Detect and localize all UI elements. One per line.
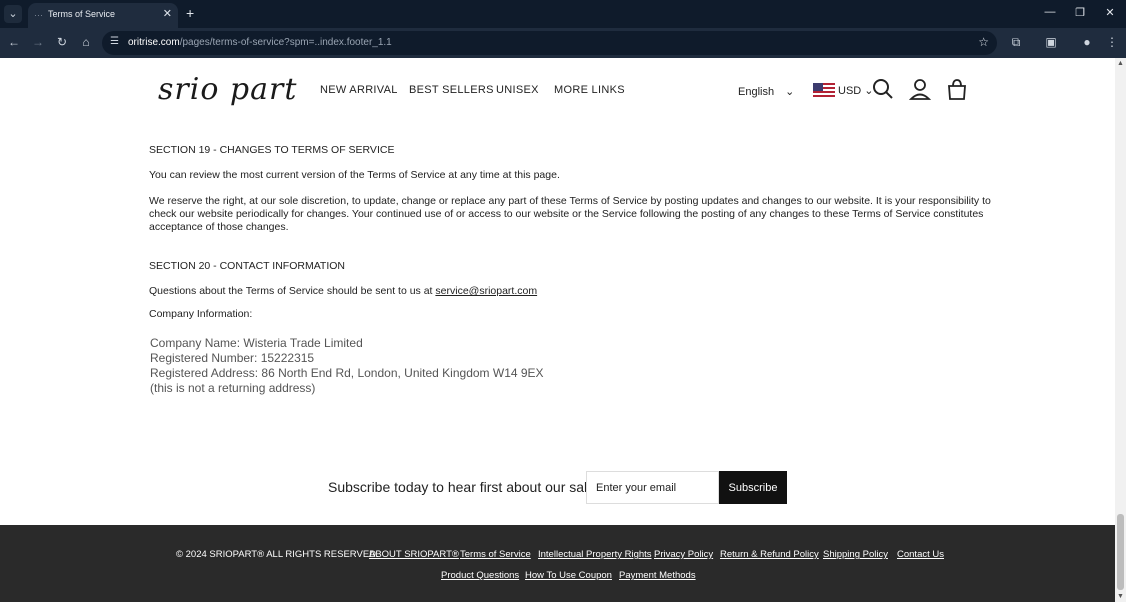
restore-icon[interactable]: ❐ xyxy=(1072,6,1088,19)
footer-link-refund[interactable]: Return & Refund Policy xyxy=(720,549,819,560)
bookmark-star-icon[interactable]: ☆ xyxy=(978,35,989,49)
company-details: Company Name: Wisteria Trade Limited Reg… xyxy=(150,336,544,396)
subscribe-text: Subscribe today to hear first about our … xyxy=(328,479,602,495)
minimize-icon[interactable]: — xyxy=(1042,6,1058,18)
browser-tab[interactable]: ··· Terms of Service ✕ xyxy=(28,3,178,28)
forward-icon[interactable]: → xyxy=(30,35,46,49)
currency-label: USD xyxy=(838,85,862,97)
section-19-paragraph-2-line-2: check our website periodically for chang… xyxy=(149,208,984,220)
scroll-up-icon[interactable]: ▲ xyxy=(1117,60,1124,67)
scrollbar-thumb[interactable] xyxy=(1117,514,1124,590)
section-19-paragraph-2-line-3: acceptance of those changes. xyxy=(149,221,289,233)
language-selector[interactable]: English ⌄ xyxy=(738,85,794,98)
section-19-paragraph-2-line-1: We reserve the right, at our sole discre… xyxy=(149,195,991,207)
address-note: (this is not a returning address) xyxy=(150,381,316,395)
footer-link-ip-rights[interactable]: Intellectual Property Rights xyxy=(538,549,652,560)
section-20-title: SECTION 20 - CONTACT INFORMATION xyxy=(149,260,346,272)
url-host: oritrise.com xyxy=(128,37,180,48)
site-logo[interactable]: srio part xyxy=(158,72,297,107)
registered-address: Registered Address: 86 North End Rd, Lon… xyxy=(150,366,544,380)
email-link[interactable]: service@sriopart.com xyxy=(435,285,537,297)
footer-link-contact[interactable]: Contact Us xyxy=(897,549,944,560)
copyright: © 2024 SRIOPART® ALL RIGHTS RESERVED. xyxy=(176,549,379,560)
profile-icon[interactable]: ● xyxy=(1079,35,1095,49)
footer: © 2024 SRIOPART® ALL RIGHTS RESERVED. AB… xyxy=(0,525,1115,602)
registered-number: Registered Number: 15222315 xyxy=(150,351,315,365)
tab-search-icon[interactable]: ⌄ xyxy=(4,5,22,23)
nav-best-sellers[interactable]: BEST SELLERS xyxy=(409,84,494,96)
extensions-icon[interactable]: ⧉ xyxy=(1008,35,1024,50)
footer-link-terms[interactable]: Terms of Service xyxy=(460,549,531,560)
screenshot-icon[interactable]: ▣ xyxy=(1043,35,1059,49)
home-icon[interactable]: ⌂ xyxy=(78,35,94,49)
chevron-down-icon: ⌄ xyxy=(785,86,795,98)
reload-icon[interactable]: ↻ xyxy=(54,35,70,49)
tab-close-icon[interactable]: ✕ xyxy=(163,7,172,20)
browser-toolbar: ← → ↻ ⌂ ☰ oritrise.com/pages/terms-of-se… xyxy=(0,28,1126,58)
address-bar[interactable]: ☰ oritrise.com/pages/terms-of-service?sp… xyxy=(102,31,997,55)
page-scrollbar[interactable]: ▲ ▼ xyxy=(1115,58,1126,602)
currency-selector[interactable]: USD ⌄ xyxy=(838,84,874,97)
web-page: srio part NEW ARRIVAL BEST SELLERS UNISE… xyxy=(0,58,1115,602)
footer-link-about[interactable]: ABOUT SRIOPART® xyxy=(369,549,459,560)
new-tab-icon[interactable]: + xyxy=(186,5,194,21)
subscribe-button[interactable]: Subscribe xyxy=(719,471,787,504)
company-info-label: Company Information: xyxy=(149,308,253,320)
nav-unisex[interactable]: UNISEX xyxy=(496,84,539,96)
company-name: Company Name: Wisteria Trade Limited xyxy=(150,336,363,350)
language-label: English xyxy=(738,86,775,98)
nav-new-arrival[interactable]: NEW ARRIVAL xyxy=(320,84,398,96)
tab-favicon-icon: ··· xyxy=(34,10,43,20)
contact-text: Questions about the Terms of Service sho… xyxy=(149,285,433,297)
footer-link-shipping[interactable]: Shipping Policy xyxy=(823,549,888,560)
browser-tab-bar: ⌄ ··· Terms of Service ✕ + — ❐ ✕ xyxy=(0,0,1126,28)
section-19-paragraph-1: You can review the most current version … xyxy=(149,169,560,181)
footer-link-payment[interactable]: Payment Methods xyxy=(619,570,696,581)
footer-link-privacy[interactable]: Privacy Policy xyxy=(654,549,713,560)
window-close-icon[interactable]: ✕ xyxy=(1102,6,1118,19)
url-path: /pages/terms-of-service?spm=..index.foot… xyxy=(179,37,392,48)
us-flag-icon[interactable] xyxy=(813,83,835,97)
search-icon[interactable] xyxy=(872,78,894,100)
scroll-down-icon[interactable]: ▼ xyxy=(1117,593,1124,600)
footer-link-coupon[interactable]: How To Use Coupon xyxy=(525,570,612,581)
account-icon[interactable] xyxy=(909,78,931,100)
back-icon[interactable]: ← xyxy=(6,35,22,49)
section-19-title: SECTION 19 - CHANGES TO TERMS OF SERVICE xyxy=(149,144,395,156)
footer-link-product-questions[interactable]: Product Questions xyxy=(441,570,519,581)
nav-more-links[interactable]: MORE LINKS xyxy=(554,84,625,96)
cart-icon[interactable] xyxy=(946,78,968,100)
site-info-icon[interactable]: ☰ xyxy=(110,36,119,47)
tab-title: Terms of Service xyxy=(48,9,116,19)
email-field[interactable] xyxy=(586,471,719,504)
browser-menu-icon[interactable]: ⋮ xyxy=(1104,35,1120,49)
section-20-paragraph-1: Questions about the Terms of Service sho… xyxy=(149,285,537,298)
address-url[interactable]: oritrise.com/pages/terms-of-service?spm=… xyxy=(128,37,392,48)
